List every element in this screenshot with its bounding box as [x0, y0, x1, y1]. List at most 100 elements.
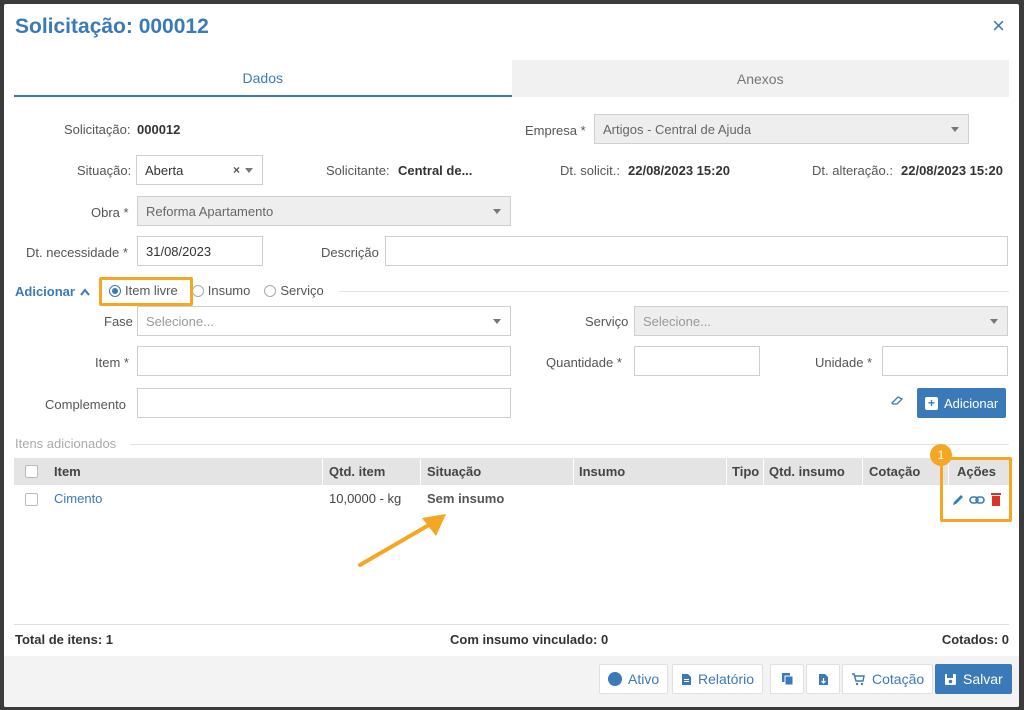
- plus-icon: +: [925, 396, 938, 410]
- descricao-input[interactable]: [385, 236, 1008, 266]
- row-situacao: Sem insumo: [427, 491, 505, 506]
- ativo-button[interactable]: Ativo: [599, 664, 669, 694]
- modal-title: Solicitação: 000012: [15, 15, 209, 38]
- row-checkbox[interactable]: [25, 493, 38, 506]
- table-row: Cimento 10,0000 - kg Sem insumo: [14, 487, 1009, 513]
- situacao-select[interactable]: Aberta ×: [136, 155, 263, 185]
- dt-necessidade-label: Dt. necessidade *: [26, 245, 128, 260]
- radio-servico[interactable]: Serviço: [260, 281, 327, 300]
- solicitacao-label: Solicitação:: [64, 122, 131, 137]
- fase-placeholder: Selecione...: [146, 313, 214, 329]
- copy-icon: [781, 673, 793, 686]
- dt-solicit-label: Dt. solicit.:: [560, 163, 620, 178]
- relatorio-button[interactable]: Relatório: [672, 664, 764, 694]
- actions-highlight: [940, 457, 1012, 522]
- item-input[interactable]: [137, 346, 511, 376]
- quantidade-input[interactable]: [634, 346, 760, 376]
- ativo-label: Ativo: [628, 671, 660, 687]
- servico-label: Serviço: [585, 314, 629, 329]
- quantidade-label: Quantidade *: [546, 355, 622, 370]
- copy-button[interactable]: [770, 664, 804, 694]
- tab-dados[interactable]: Dados: [14, 60, 512, 97]
- unidade-input[interactable]: [882, 346, 1008, 376]
- export-button[interactable]: [806, 664, 840, 694]
- complemento-input[interactable]: [137, 388, 511, 418]
- chevron-down-icon: [951, 127, 959, 132]
- save-button[interactable]: Salvar: [935, 664, 1012, 694]
- row-qtd-item: 10,0000 - kg: [329, 491, 402, 506]
- file-download-icon: [818, 673, 828, 685]
- annotation-arrow-icon: [358, 514, 446, 567]
- empresa-value: Artigos - Central de Ajuda: [603, 121, 752, 137]
- column-separator: [726, 458, 727, 485]
- close-icon[interactable]: ×: [992, 15, 1005, 37]
- dt-alteracao-value: 22/08/2023 15:20: [901, 163, 1003, 178]
- chevron-up-icon: [80, 287, 90, 296]
- adicionar-label: Adicionar: [15, 284, 75, 299]
- cotados: Cotados: 0: [941, 632, 1009, 647]
- radio-servico-label: Serviço: [280, 283, 324, 298]
- tab-anexos[interactable]: Anexos: [511, 60, 1009, 97]
- tab-bar: Dados Anexos: [14, 60, 1009, 97]
- radio-insumo-label: Insumo: [207, 283, 251, 298]
- obra-label: Obra *: [91, 205, 129, 220]
- select-all-checkbox[interactable]: [25, 465, 38, 478]
- empresa-select[interactable]: Artigos - Central de Ajuda: [594, 114, 969, 144]
- obra-select[interactable]: Reforma Apartamento: [137, 196, 511, 226]
- com-insumo-vinculado: Com insumo vinculado: 0: [450, 632, 609, 647]
- item-livre-highlight: [99, 277, 193, 306]
- solicitante-value: Central de...: [398, 163, 473, 178]
- empresa-label: Empresa *: [525, 123, 586, 138]
- items-divider: [130, 444, 1009, 445]
- radio-dot: [264, 284, 277, 297]
- dt-necessidade-value: 31/08/2023: [146, 243, 212, 259]
- column-separator: [763, 458, 764, 485]
- col-insumo: Insumo: [579, 464, 626, 479]
- add-item-label: Adicionar: [944, 395, 999, 411]
- total-itens: Total de itens: 1: [15, 632, 113, 647]
- column-separator: [420, 458, 421, 485]
- status-dot-icon: [608, 672, 622, 686]
- totals-divider: [14, 624, 1009, 625]
- descricao-label: Descrição: [321, 245, 379, 260]
- chevron-down-icon: [990, 319, 998, 324]
- item-label: Item *: [95, 355, 129, 370]
- column-separator: [322, 458, 323, 485]
- col-qtd-item: Qtd. item: [329, 464, 386, 479]
- dt-alteracao-label: Dt. alteração.:: [812, 163, 893, 178]
- relatorio-label: Relatório: [698, 671, 755, 687]
- column-separator: [573, 458, 574, 485]
- eraser-icon[interactable]: [890, 395, 904, 405]
- cart-icon: [852, 673, 865, 686]
- col-item: Item: [54, 464, 81, 479]
- col-qtd-insumo: Qtd. insumo: [769, 464, 845, 479]
- adicionar-toggle[interactable]: Adicionar: [15, 284, 90, 299]
- radio-dot: [191, 284, 204, 297]
- col-cotacao: Cotação: [869, 464, 921, 479]
- chevron-down-icon: [493, 209, 501, 214]
- servico-placeholder: Selecione...: [643, 313, 711, 329]
- row-item-link[interactable]: Cimento: [54, 491, 102, 506]
- add-item-button[interactable]: + Adicionar: [917, 388, 1007, 418]
- chevron-down-icon: [493, 319, 501, 324]
- unidade-label: Unidade *: [815, 355, 873, 370]
- clear-icon[interactable]: ×: [233, 163, 240, 177]
- col-tipo: Tipo: [732, 464, 760, 479]
- chevron-down-icon: [245, 168, 253, 173]
- radio-insumo[interactable]: Insumo: [188, 281, 255, 300]
- dt-necessidade-input[interactable]: 31/08/2023: [137, 236, 263, 266]
- cotacao-button[interactable]: Cotação: [842, 664, 934, 694]
- situacao-value: Aberta: [145, 162, 184, 178]
- fase-label: Fase: [104, 314, 133, 329]
- servico-select[interactable]: Selecione...: [634, 306, 1008, 336]
- section-divider: [339, 291, 1009, 292]
- floppy-disk-icon: [945, 673, 956, 685]
- obra-value: Reforma Apartamento: [146, 203, 274, 219]
- dt-solicit-value: 22/08/2023 15:20: [628, 163, 730, 178]
- request-modal: Solicitação: 000012 × Dados Anexos Solic…: [4, 4, 1019, 707]
- fase-select[interactable]: Selecione...: [137, 306, 511, 336]
- items-title: Itens adicionados: [15, 436, 117, 451]
- cotacao-label: Cotação: [872, 671, 925, 687]
- document-icon: [682, 673, 691, 685]
- column-separator: [862, 458, 863, 485]
